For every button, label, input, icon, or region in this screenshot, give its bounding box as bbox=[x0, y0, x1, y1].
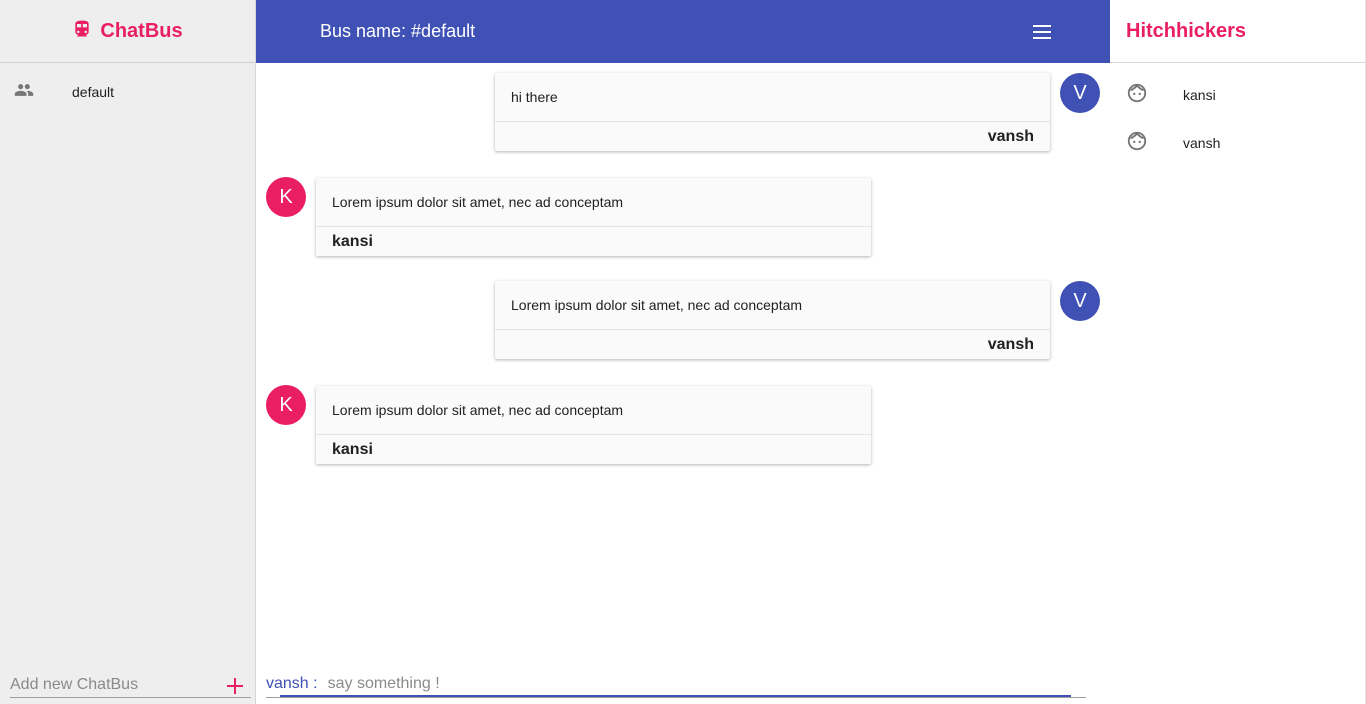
top-bar: Bus name: #default bbox=[256, 0, 1110, 63]
message-author: vansh bbox=[987, 127, 1034, 145]
avatar: V bbox=[1060, 281, 1100, 321]
app-title: ChatBus bbox=[100, 19, 183, 42]
message-author: vansh bbox=[987, 335, 1034, 353]
message-text: Lorem ipsum dolor sit amet, nec ad conce… bbox=[316, 178, 871, 227]
face-icon bbox=[1126, 130, 1148, 157]
message-author: kansi bbox=[332, 440, 373, 458]
hitchhiker-item[interactable]: kansi bbox=[1110, 71, 1365, 119]
face-icon bbox=[1126, 82, 1148, 109]
message-text: hi there bbox=[495, 73, 1050, 122]
input-focus-underline bbox=[280, 695, 1071, 697]
message-card: Lorem ipsum dolor sit amet, nec ad conce… bbox=[316, 386, 871, 464]
hamburger-menu-icon[interactable] bbox=[1030, 21, 1054, 43]
chatbus-sidebar: ChatBus default bbox=[0, 0, 256, 704]
avatar: K bbox=[266, 177, 306, 217]
message-card: hi there vansh bbox=[495, 73, 1050, 151]
plus-icon[interactable] bbox=[225, 676, 245, 696]
message-author: kansi bbox=[332, 232, 373, 250]
add-bus-field bbox=[10, 668, 251, 698]
message-text: Lorem ipsum dolor sit amet, nec ad conce… bbox=[316, 386, 871, 435]
bus-item-default[interactable]: default bbox=[0, 63, 255, 121]
message-composer: vansh : bbox=[266, 670, 1086, 698]
add-bus-input[interactable] bbox=[10, 676, 210, 697]
message-card: Lorem ipsum dolor sit amet, nec ad conce… bbox=[316, 178, 871, 256]
avatar: K bbox=[266, 385, 306, 425]
message-input[interactable] bbox=[327, 674, 1068, 693]
bus-name-title: Bus name: #default bbox=[320, 21, 476, 41]
avatar: V bbox=[1060, 73, 1100, 113]
hitchhiker-item[interactable]: vansh bbox=[1110, 119, 1365, 167]
message-list: hi there vansh V K Lorem ipsum dolor sit… bbox=[256, 63, 1110, 653]
group-icon bbox=[14, 80, 34, 105]
bus-item-label: default bbox=[72, 84, 115, 100]
hitchhikers-panel: Hitchhickers kansi vansh bbox=[1110, 0, 1366, 704]
composer-user-label: vansh : bbox=[266, 674, 318, 692]
brand-header: ChatBus bbox=[0, 0, 255, 63]
train-icon bbox=[72, 19, 92, 44]
hitchhiker-name: kansi bbox=[1183, 87, 1216, 103]
message-text: Lorem ipsum dolor sit amet, nec ad conce… bbox=[495, 281, 1050, 330]
message-card: Lorem ipsum dolor sit amet, nec ad conce… bbox=[495, 281, 1050, 359]
hitchhiker-name: vansh bbox=[1183, 135, 1221, 151]
hitchhikers-title: Hitchhickers bbox=[1110, 0, 1365, 63]
